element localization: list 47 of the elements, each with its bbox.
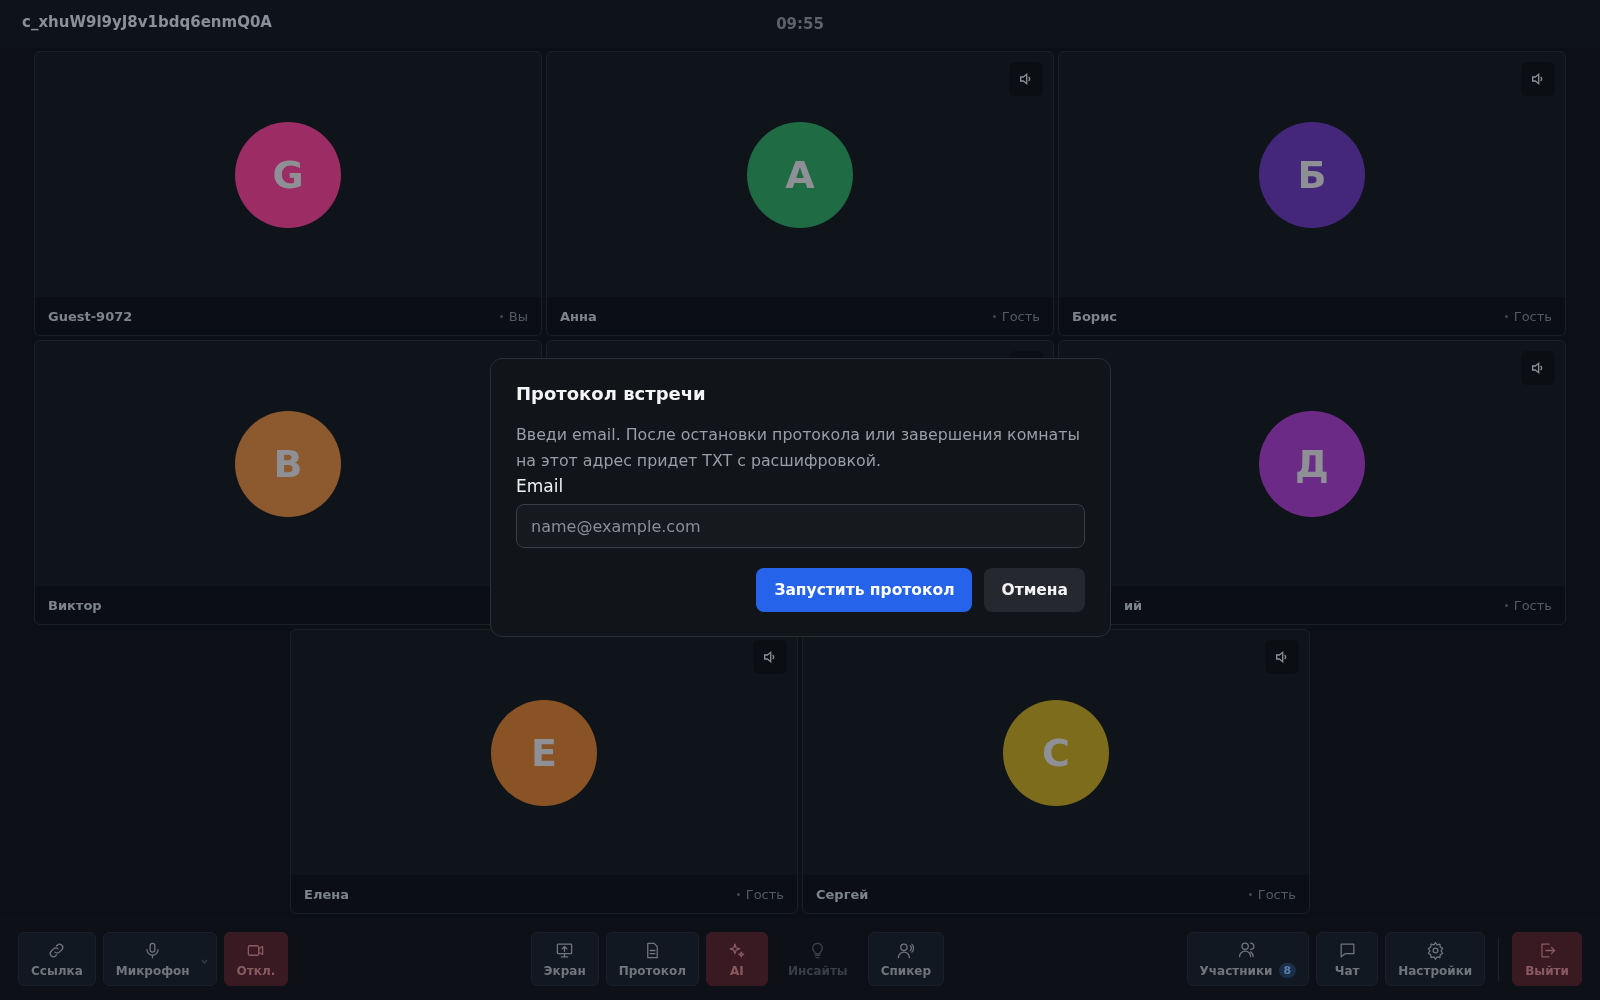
speaker-icon[interactable] [1009,62,1043,96]
participant-role: Гость [1513,597,1552,613]
email-field[interactable]: name@example.com [516,504,1085,548]
toolbar-button[interactable]: Участники 8 [1186,932,1310,986]
toolbar-button[interactable]: Ссылка [18,932,96,986]
avatar: Б [1259,121,1365,228]
participant-name: ий [1123,597,1143,613]
settings-icon [1425,940,1445,960]
participant-name: Сергей [816,886,869,902]
participant-role: Гость [1513,308,1552,324]
dialog-title: Протокол встречи [516,383,707,404]
participant-name: Анна [560,308,597,324]
speaker-icon[interactable] [753,640,787,674]
participant-role: Гость [1257,886,1296,902]
toolbar-button[interactable]: Протокол [605,932,699,986]
participant-name: Виктор [48,597,102,613]
dialog-description: Введи email. После остановки протокола или завершения комнаты на этот адрес придет TXT с расшифровкой. [516,424,1081,472]
room-id: c_xhuW9l9yJ8v1bdq6enmQ0A [22,13,272,31]
participant-name: Борис [1072,308,1117,324]
toolbar-button[interactable]: AI [705,932,768,986]
participant-name: Guest-9072 [48,308,133,324]
start-button[interactable]: Запустить протокол [756,568,973,612]
toolbar-button[interactable]: Чат [1316,932,1379,986]
link-icon [47,940,67,960]
participant-role: Вы [508,308,528,324]
toolbar-button[interactable]: Спикер [867,932,945,986]
toolbar-button[interactable]: Микрофон [102,932,217,986]
avatar: G [235,121,341,228]
count-badge: 8 [1278,963,1297,978]
avatar: Д [1259,410,1365,517]
speaker-icon[interactable] [1265,640,1299,674]
toolbar-button[interactable]: Выйти [1512,932,1582,986]
participant-role: Гость [745,886,784,902]
speaker-icon[interactable] [1521,62,1555,96]
speaker-icon[interactable] [1521,351,1555,385]
participant-role: Гость [1001,308,1040,324]
cancel-button[interactable]: Отмена [984,568,1085,612]
avatar: А [747,121,853,228]
field-label: Email [516,476,565,496]
call-timer: 09:55 [776,15,824,33]
toolbar-button[interactable]: Откл. [223,932,289,986]
avatar: В [235,410,341,517]
toolbar-button[interactable]: Настройки [1385,932,1486,986]
participant-name: Елена [304,886,349,902]
avatar: С [1003,699,1109,806]
avatar: Е [491,699,597,806]
toolbar-button[interactable]: Экран [530,932,599,986]
